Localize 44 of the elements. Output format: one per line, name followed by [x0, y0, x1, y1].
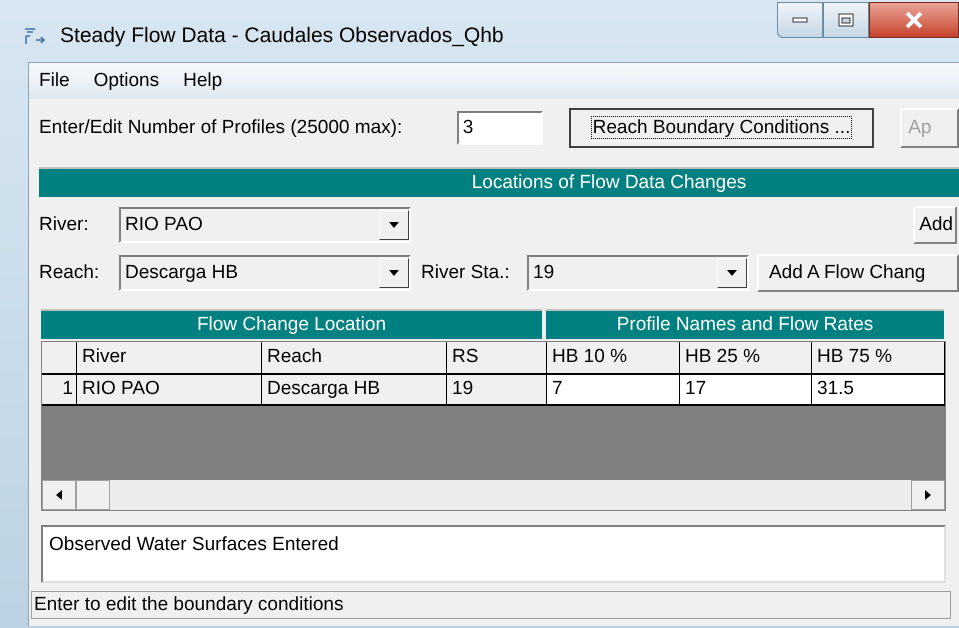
left-arrow-icon — [56, 490, 62, 500]
dropdown-field[interactable]: 19 — [527, 255, 749, 291]
right-arrow-icon — [925, 490, 931, 500]
dropdown-arrow-icon — [389, 270, 399, 276]
table-group-header: Flow Change Location — [41, 309, 542, 339]
table-group-header: Profile Names and Flow Rates — [546, 309, 944, 339]
maximize-button[interactable] — [823, 2, 869, 38]
column-header[interactable]: HB 75 % — [812, 342, 945, 373]
horizontal-scrollbar[interactable] — [42, 480, 945, 510]
table-cell[interactable]: 31.5 — [812, 375, 945, 404]
scroll-right-button[interactable] — [911, 480, 945, 510]
minimize-button[interactable] — [777, 2, 823, 38]
menu-item[interactable]: File — [37, 66, 72, 96]
profiles-input[interactable]: 3 — [456, 111, 543, 145]
profiles-label: Enter/Edit Number of Profiles (25000 max): — [39, 116, 404, 140]
column-header[interactable]: HB 10 % — [547, 342, 680, 373]
column-header[interactable]: HB 25 % — [680, 342, 812, 373]
column-header[interactable]: RS — [447, 342, 547, 373]
column-header[interactable]: River — [77, 342, 262, 373]
dropdown-field[interactable]: Descarga HB — [119, 255, 411, 291]
status-bar-text: Enter to edit the boundary conditions — [34, 592, 344, 617]
dropdown-field[interactable]: RIO PAO — [119, 207, 411, 243]
menu-item[interactable]: Options — [92, 66, 162, 96]
add-flow-change-button[interactable]: Add A Flow Chang — [757, 254, 959, 292]
close-button[interactable] — [869, 2, 959, 38]
dropdown-arrow-icon — [727, 270, 737, 276]
scroll-thumb[interactable] — [76, 480, 110, 510]
river-station-label: River Sta.: — [421, 260, 511, 285]
section-header: Locations of Flow Data Changes — [39, 167, 959, 197]
scroll-left-button[interactable] — [42, 480, 76, 510]
table-cell[interactable]: 7 — [547, 375, 680, 404]
reach-label: Reach: — [39, 260, 100, 285]
menu-item[interactable]: Help — [181, 66, 224, 96]
window-title: Steady Flow Data - Caudales Observados_Qhb — [60, 23, 504, 49]
minimize-icon — [792, 17, 808, 23]
dropdown-arrow-icon — [389, 222, 399, 228]
message-box: Observed Water Surfaces Entered — [41, 525, 946, 583]
table-cell[interactable]: 17 — [680, 375, 812, 404]
toolbar-button[interactable]: Reach Boundary Conditions ... — [568, 108, 874, 148]
add-button[interactable]: Add — [913, 206, 957, 244]
maximize-icon — [838, 13, 854, 27]
river-label: River: — [39, 212, 90, 237]
column-header[interactable]: Reach — [262, 342, 447, 373]
close-icon — [904, 11, 924, 29]
